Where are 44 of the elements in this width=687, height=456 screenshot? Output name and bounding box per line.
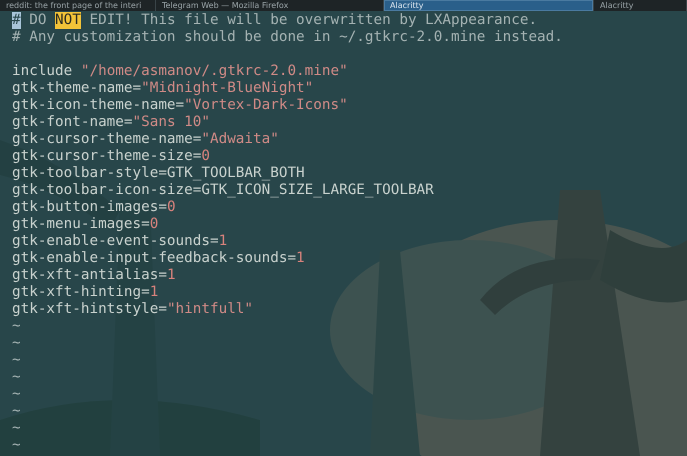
comment-text: # Any customization should be done in ~/.gtkrc-2.0.mine instead. bbox=[12, 29, 563, 46]
string-literal: "Midnight-BlueNight" bbox=[141, 80, 314, 97]
string-literal: "Adwaita" bbox=[201, 131, 279, 148]
comment-text: EDIT! This file will be overwritten by LXAppearance. bbox=[88, 12, 538, 29]
code-text: gtk-toolbar-style=GTK_TOOLBAR_BOTH bbox=[12, 165, 305, 182]
string-literal: "Sans 10" bbox=[132, 114, 210, 131]
code-text: gtk-enable-event-sounds= bbox=[12, 233, 219, 250]
code-text: gtk-button-images= bbox=[12, 199, 167, 216]
string-literal: "Vortex-Dark-Icons" bbox=[184, 97, 348, 114]
code-text: gtk-icon-theme-name= bbox=[12, 97, 184, 114]
empty-line-marker: ~ bbox=[12, 369, 21, 386]
code-text: gtk-toolbar-icon-size=GTK_ICON_SIZE_LARGE_TOOLBAR bbox=[12, 182, 434, 199]
taskbar-window-button[interactable]: Alacritty bbox=[384, 0, 594, 11]
string-literal: "/home/asmanov/.gtkrc-2.0.mine" bbox=[80, 63, 348, 80]
number-literal: 1 bbox=[166, 267, 176, 284]
empty-line-marker: ~ bbox=[12, 386, 21, 403]
code-text: gtk-font-name= bbox=[12, 114, 133, 131]
code-text: gtk-cursor-theme-name= bbox=[12, 131, 202, 148]
empty-line-marker: ~ bbox=[12, 403, 21, 420]
comment-text: DO bbox=[28, 12, 48, 29]
code-text: gtk-xft-hintstyle= bbox=[12, 301, 167, 318]
code-text: gtk-theme-name= bbox=[12, 80, 142, 97]
number-literal: 0 bbox=[150, 216, 158, 233]
empty-line-marker: ~ bbox=[12, 335, 21, 352]
text-cursor: # bbox=[12, 12, 21, 29]
taskbar-window-button[interactable]: Alacritty bbox=[594, 0, 687, 11]
empty-line-marker: ~ bbox=[12, 437, 21, 454]
code-text: gtk-xft-antialias= bbox=[12, 267, 167, 284]
taskbar-window-button[interactable]: reddit: the front page of the interi bbox=[0, 0, 156, 11]
code-text: gtk-xft-hinting= bbox=[12, 284, 150, 301]
empty-line-marker: ~ bbox=[12, 420, 21, 437]
empty-line-marker: ~ bbox=[12, 318, 21, 335]
number-literal: 1 bbox=[218, 233, 228, 250]
number-literal: 0 bbox=[201, 148, 210, 165]
search-highlight: NOT bbox=[55, 12, 81, 29]
string-literal: "hintfull" bbox=[166, 301, 254, 318]
code-text: gtk-cursor-theme-size= bbox=[12, 148, 202, 165]
empty-line-marker: ~ bbox=[12, 352, 21, 369]
number-literal: 1 bbox=[296, 250, 305, 267]
code-text: include bbox=[12, 63, 74, 80]
code-text: gtk-enable-input-feedback-sounds= bbox=[12, 250, 296, 267]
number-literal: 1 bbox=[150, 284, 158, 301]
code-text: gtk-menu-images= bbox=[12, 216, 150, 233]
number-literal: 0 bbox=[166, 199, 176, 216]
